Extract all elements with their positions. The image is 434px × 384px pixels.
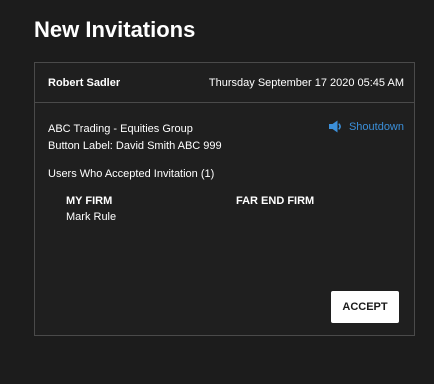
- accept-button[interactable]: ACCEPT: [331, 291, 399, 323]
- shoutdown-link[interactable]: Shoutdown: [328, 120, 404, 133]
- invitation-card: Robert Sadler Thursday September 17 2020…: [34, 62, 415, 336]
- far-end-firm-column-heading: FAR END FIRM: [236, 195, 315, 207]
- my-firm-column-heading: MY FIRM: [66, 195, 113, 207]
- speaker-icon: [328, 120, 349, 133]
- button-label-text: Button Label: David Smith ABC 999: [48, 140, 222, 152]
- page-title: New Invitations: [34, 17, 196, 42]
- shoutdown-label: Shoutdown: [348, 120, 404, 133]
- group-name: ABC Trading - Equities Group: [48, 123, 193, 135]
- invitation-header: Robert Sadler Thursday September 17 2020…: [35, 63, 414, 103]
- accepted-users-heading: Users Who Accepted Invitation (1): [48, 168, 215, 180]
- my-firm-user: Mark Rule: [66, 211, 117, 223]
- invitation-timestamp: Thursday September 17 2020 05:45 AM: [208, 77, 404, 89]
- sender-name: Robert Sadler: [48, 77, 121, 89]
